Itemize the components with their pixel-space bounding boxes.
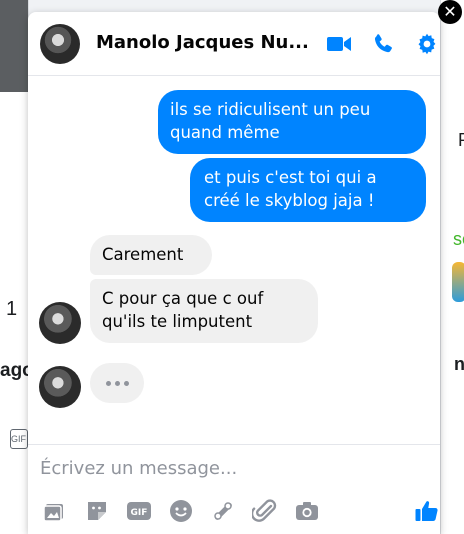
close-chat-button[interactable]: ✕ (438, 0, 462, 24)
background-right-letter: P (458, 130, 464, 151)
video-call-icon[interactable] (326, 32, 352, 56)
background-photo (0, 0, 28, 92)
attachment-icon[interactable] (252, 498, 278, 524)
incoming-message[interactable]: Carement (90, 235, 212, 275)
background-right-link[interactable]: se (453, 229, 464, 250)
chat-window: Manolo Jacques Nu... ils se ridiculisent… (28, 12, 440, 534)
phone-icon[interactable] (370, 32, 396, 56)
typing-dot (105, 380, 111, 386)
background-count: 1 (6, 298, 18, 320)
contact-name[interactable]: Manolo Jacques Nu... (96, 32, 326, 53)
message-text: quand même (170, 123, 280, 142)
message-input[interactable]: Écrivez un message... (40, 458, 420, 484)
message-text: et puis c'est toi qui a (204, 168, 377, 187)
message-text: C pour ça que c ouf (102, 289, 264, 308)
chat-header[interactable]: Manolo Jacques Nu... (28, 12, 440, 76)
outgoing-message[interactable]: ils se ridiculisent un peu quand même (158, 90, 426, 154)
typing-dot (114, 380, 120, 386)
photo-icon[interactable] (42, 498, 68, 524)
message-text: Carement (102, 245, 184, 264)
emoji-icon[interactable] (168, 498, 194, 524)
typing-indicator (90, 363, 144, 403)
games-icon[interactable] (210, 498, 236, 524)
sticker-icon[interactable] (84, 498, 110, 524)
avatar[interactable] (39, 302, 81, 344)
background-gif-button[interactable]: GIF (10, 429, 28, 449)
background-right-letter: n (454, 354, 464, 374)
message-text: qu'ils te limputent (102, 312, 253, 331)
message-text: créé le skyblog jaja ! (204, 191, 375, 210)
gear-icon[interactable] (414, 32, 440, 56)
typing-dot (123, 380, 129, 386)
thumbs-up-icon[interactable] (414, 498, 440, 524)
message-text: ils se ridiculisent un peu (170, 100, 371, 119)
camera-icon[interactable] (294, 498, 320, 524)
avatar[interactable] (40, 24, 80, 64)
outgoing-message[interactable]: et puis c'est toi qui a créé le skyblog … (190, 158, 426, 222)
incoming-message[interactable]: C pour ça que c ouf qu'ils te limputent (90, 279, 318, 343)
gif-icon-label: GIF (131, 508, 148, 518)
gif-icon[interactable]: GIF (126, 498, 152, 524)
background-right-thumbnail (452, 262, 464, 302)
divider (28, 444, 440, 445)
avatar[interactable] (39, 366, 81, 408)
